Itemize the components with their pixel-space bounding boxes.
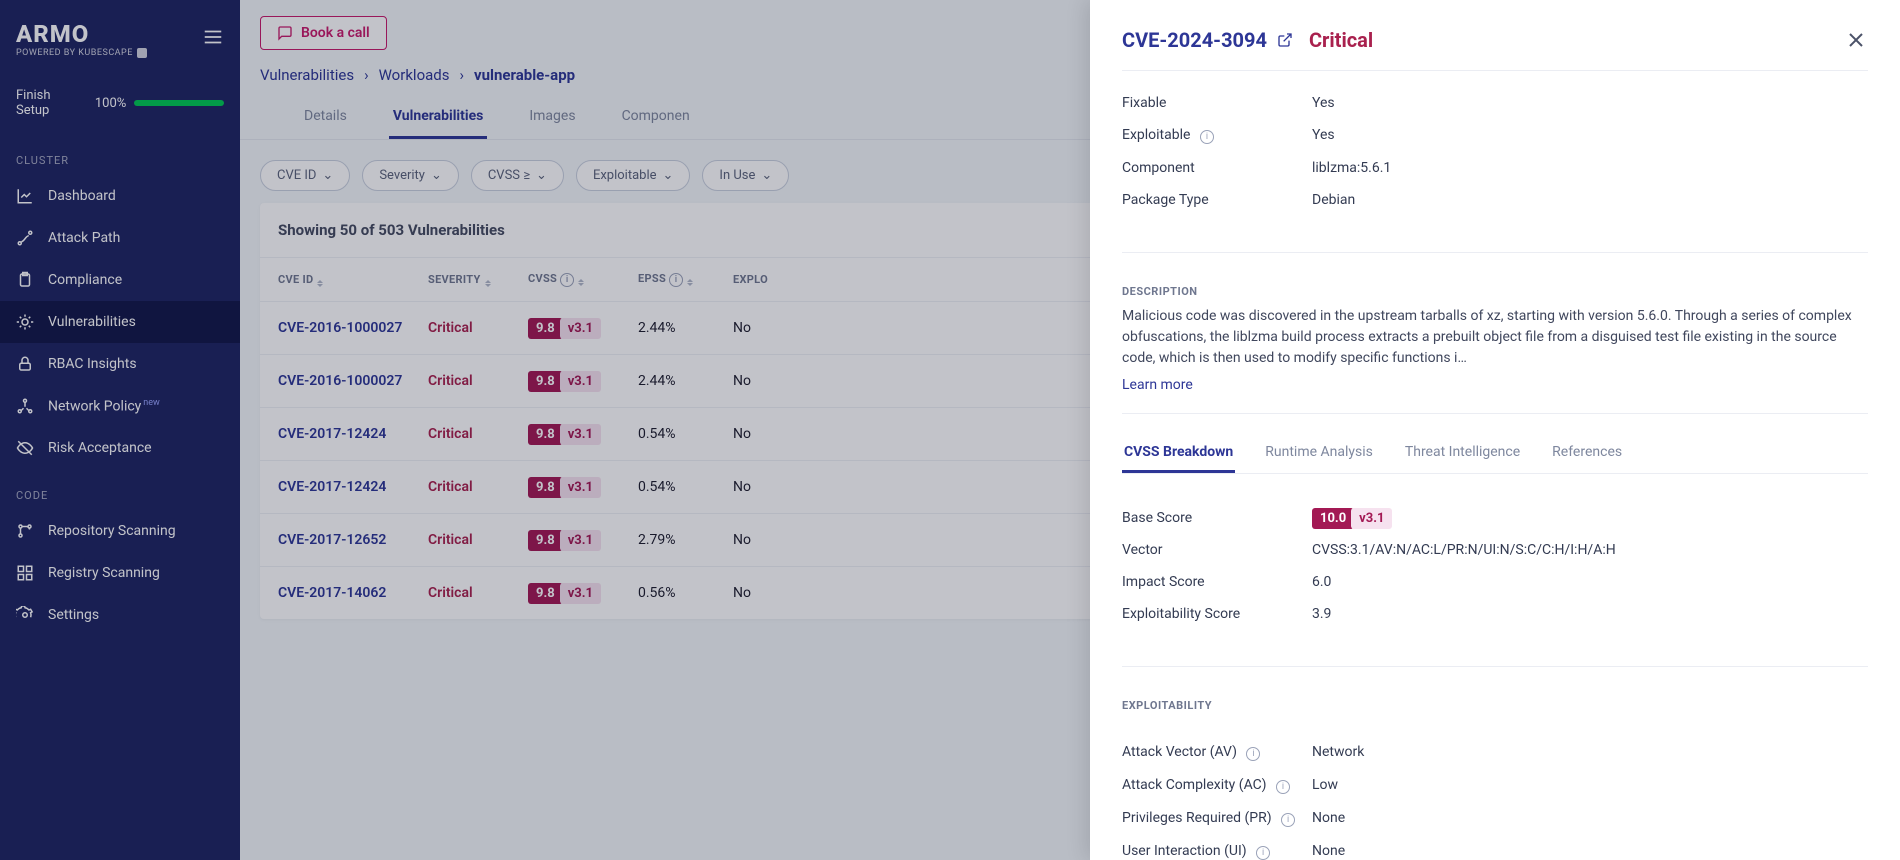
exploitable-label: Exploitable bbox=[1122, 127, 1190, 143]
divider bbox=[1122, 666, 1868, 667]
info-icon[interactable]: i bbox=[1281, 813, 1295, 827]
info-icon[interactable]: i bbox=[1256, 846, 1270, 860]
impact-label: Impact Score bbox=[1122, 574, 1312, 590]
basescore-version: v3.1 bbox=[1351, 508, 1392, 529]
exploitable-value: Yes bbox=[1312, 127, 1335, 144]
fixable-label: Fixable bbox=[1122, 95, 1312, 111]
info-icon[interactable]: i bbox=[1276, 780, 1290, 794]
ui-value: None bbox=[1312, 843, 1345, 860]
vector-value: CVSS:3.1/AV:N/AC:L/PR:N/UI:N/S:C/C:H/I:H… bbox=[1312, 542, 1616, 558]
tab-references[interactable]: References bbox=[1550, 434, 1624, 473]
divider bbox=[1122, 252, 1868, 253]
vector-label: Vector bbox=[1122, 542, 1312, 558]
exploitscore-label: Exploitability Score bbox=[1122, 606, 1312, 622]
info-icon[interactable]: i bbox=[1200, 130, 1214, 144]
info-icon[interactable]: i bbox=[1246, 747, 1260, 761]
package-type-label: Package Type bbox=[1122, 192, 1312, 208]
ui-label: User Interaction (UI) bbox=[1122, 843, 1247, 859]
exploitability-label: EXPLOITABILITY bbox=[1122, 687, 1868, 720]
tab-runtime-analysis[interactable]: Runtime Analysis bbox=[1263, 434, 1375, 473]
cve-id[interactable]: CVE-2024-3094 bbox=[1122, 28, 1267, 52]
drawer-header: CVE-2024-3094 Critical bbox=[1122, 28, 1868, 71]
cve-detail-drawer: CVE-2024-3094 Critical FixableYes Exploi… bbox=[1090, 0, 1900, 860]
learn-more-link[interactable]: Learn more bbox=[1122, 377, 1193, 393]
external-link-icon[interactable] bbox=[1277, 32, 1293, 48]
ac-value: Low bbox=[1312, 777, 1338, 794]
description-text: Malicious code was discovered in the ups… bbox=[1122, 306, 1868, 369]
impact-value: 6.0 bbox=[1312, 574, 1331, 590]
package-type-value: Debian bbox=[1312, 192, 1355, 208]
av-label: Attack Vector (AV) bbox=[1122, 744, 1237, 760]
cve-meta: FixableYes Exploitable i Yes Componentlib… bbox=[1122, 71, 1868, 232]
pr-value: None bbox=[1312, 810, 1345, 827]
divider bbox=[1122, 413, 1868, 414]
cvss-breakdown: Base Score 10.0v3.1 VectorCVSS:3.1/AV:N/… bbox=[1122, 486, 1868, 646]
close-button[interactable] bbox=[1844, 28, 1868, 52]
component-label: Component bbox=[1122, 160, 1312, 176]
tab-threat-intelligence[interactable]: Threat Intelligence bbox=[1403, 434, 1522, 473]
pr-label: Privileges Required (PR) bbox=[1122, 810, 1272, 826]
exploitscore-value: 3.9 bbox=[1312, 606, 1331, 622]
ac-label: Attack Complexity (AC) bbox=[1122, 777, 1266, 793]
tab-cvss-breakdown[interactable]: CVSS Breakdown bbox=[1122, 434, 1235, 473]
basescore-value: 10.0 bbox=[1312, 508, 1354, 529]
cve-severity: Critical bbox=[1309, 28, 1373, 52]
description-label: DESCRIPTION bbox=[1122, 273, 1868, 306]
drawer-tabs: CVSS Breakdown Runtime Analysis Threat I… bbox=[1122, 434, 1868, 474]
exploitability-metrics: Attack Vector (AV) i Network Attack Compl… bbox=[1122, 720, 1868, 860]
basescore-label: Base Score bbox=[1122, 510, 1312, 526]
component-value: liblzma:5.6.1 bbox=[1312, 160, 1391, 176]
av-value: Network bbox=[1312, 744, 1364, 761]
fixable-value: Yes bbox=[1312, 95, 1335, 111]
